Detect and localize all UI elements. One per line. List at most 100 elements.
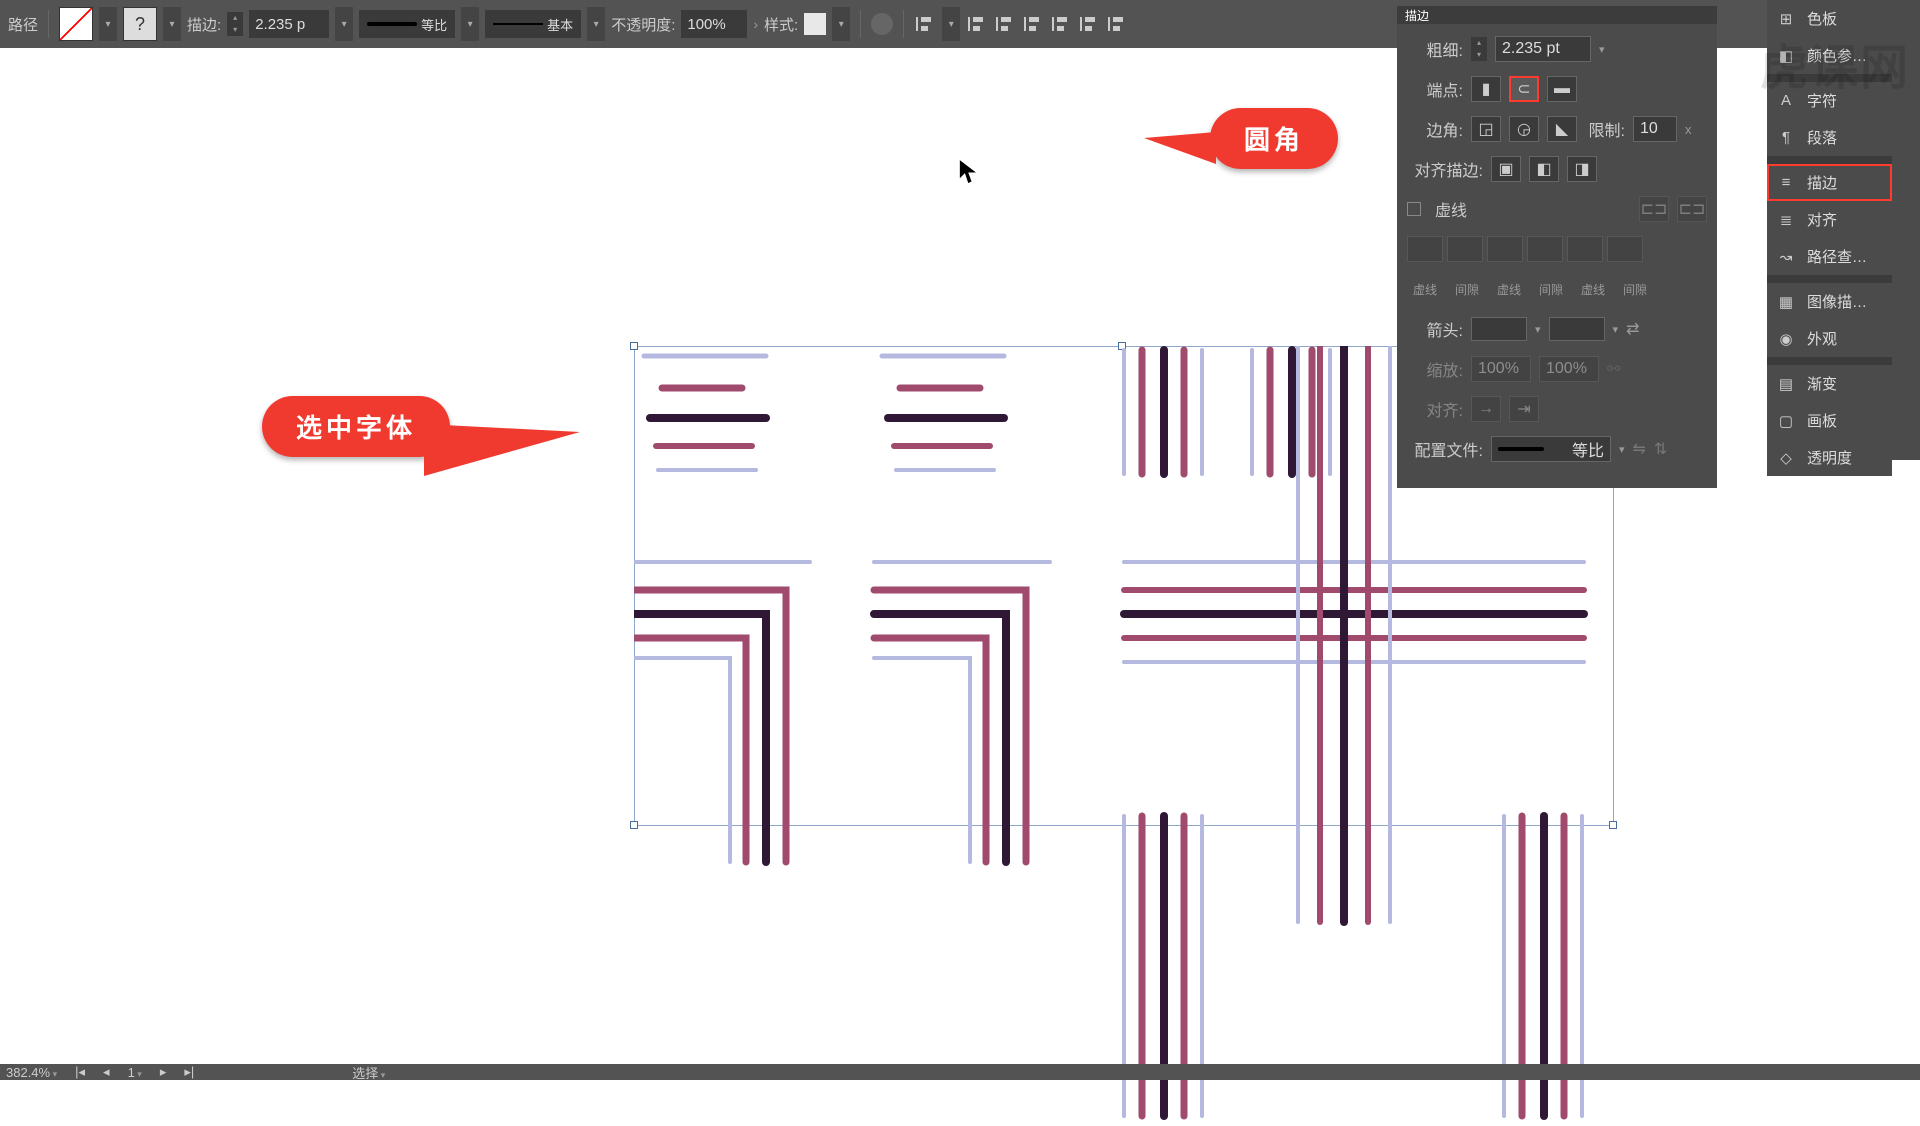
- panel-gradient[interactable]: ▤渐变: [1767, 365, 1892, 402]
- artboard-nav-prev[interactable]: ◂: [103, 1064, 110, 1080]
- style-swatch[interactable]: [804, 13, 826, 35]
- dash-2: [1487, 236, 1523, 262]
- align-right-icon[interactable]: [1022, 13, 1044, 35]
- opacity-input[interactable]: [681, 10, 747, 38]
- separator: [903, 10, 904, 38]
- arrow-scale-b: 100%: [1539, 356, 1599, 382]
- cap-projecting[interactable]: ▬: [1547, 76, 1577, 102]
- callout-round-cap: 圆角: [1210, 108, 1338, 169]
- brush-sample[interactable]: 基本: [485, 10, 581, 38]
- swatches-icon: ⊞: [1775, 8, 1797, 30]
- flip-y-icon[interactable]: ⇅: [1654, 439, 1667, 459]
- flip-x-icon[interactable]: ⇋: [1633, 439, 1646, 459]
- corner-round[interactable]: ◶: [1509, 116, 1539, 142]
- stroke-label: 描边:: [187, 14, 221, 35]
- profile-sample[interactable]: 等比: [359, 10, 455, 38]
- paragraph-icon: ¶: [1775, 127, 1797, 149]
- stroke-swatch-dropdown[interactable]: [163, 7, 181, 41]
- panel-appearance[interactable]: ◉外观: [1767, 320, 1892, 357]
- limit-unit: x: [1685, 122, 1692, 137]
- gap-2: [1527, 236, 1563, 262]
- stroke-swatch[interactable]: ?: [123, 7, 157, 41]
- transparency-icon: ◇: [1775, 447, 1797, 469]
- panel-tabs[interactable]: 描边: [1397, 6, 1717, 24]
- tool-hint[interactable]: 选择: [352, 1063, 385, 1082]
- gap-1: [1447, 236, 1483, 262]
- dashed-checkbox[interactable]: [1407, 202, 1421, 216]
- align-inside[interactable]: ◧: [1529, 156, 1559, 182]
- opacity-label: 不透明度:: [611, 14, 675, 35]
- limit-value[interactable]: 10: [1633, 116, 1677, 142]
- arrow-start[interactable]: [1471, 317, 1527, 341]
- panel-separator: [1767, 275, 1892, 283]
- mouse-cursor: [958, 158, 980, 191]
- panel-stroke[interactable]: ≡描边: [1767, 164, 1892, 201]
- stroke-weight-dropdown[interactable]: [335, 7, 353, 41]
- limit-label: 限制:: [1585, 117, 1625, 141]
- panel-pathfinder[interactable]: ↝路径查…: [1767, 238, 1892, 275]
- dash-1: [1407, 236, 1443, 262]
- separator: [48, 10, 49, 38]
- style-dropdown[interactable]: [832, 7, 850, 41]
- transform-dropdown[interactable]: [942, 7, 960, 41]
- profile-dropdown[interactable]: [461, 7, 479, 41]
- arrow-align-b: ⇥: [1509, 396, 1539, 422]
- gradient-icon: ▤: [1775, 373, 1797, 395]
- zoom-level[interactable]: 382.4%: [6, 1065, 57, 1080]
- opacity-more[interactable]: ›: [753, 16, 758, 32]
- align-stroke-label: 对齐描边:: [1407, 157, 1483, 181]
- align-center[interactable]: ▣: [1491, 156, 1521, 182]
- artboard-nav-last[interactable]: ▸|: [184, 1064, 194, 1080]
- artboard-nav-next[interactable]: ▸: [160, 1064, 167, 1080]
- panel-separator: [1767, 156, 1892, 164]
- stroke-panel: 描边 粗细: ▴▾ 2.235 pt ▾ 端点: ▮ ⊂ ▬ 边角: ◲ ◶ ◣…: [1397, 6, 1717, 488]
- weight-stepper[interactable]: ▴▾: [1471, 37, 1487, 61]
- artboard-nav-first[interactable]: |◂: [75, 1064, 85, 1080]
- align-vcenter-icon[interactable]: [1078, 13, 1100, 35]
- align-outside[interactable]: ◨: [1567, 156, 1597, 182]
- panel-transparency[interactable]: ◇透明度: [1767, 439, 1892, 476]
- corner-label: 边角:: [1407, 117, 1463, 141]
- panel-paragraph[interactable]: ¶段落: [1767, 119, 1892, 156]
- weight-value[interactable]: 2.235 pt: [1495, 36, 1591, 62]
- arrow-align-label: 对齐:: [1407, 397, 1463, 421]
- align-left-icon[interactable]: [966, 13, 988, 35]
- panel-align[interactable]: ≣对齐: [1767, 201, 1892, 238]
- dashcol-4: 虚线: [1575, 281, 1611, 298]
- cap-butt[interactable]: ▮: [1471, 76, 1501, 102]
- panel-imagetrace[interactable]: ▦图像描…: [1767, 283, 1892, 320]
- stroke-weight-input[interactable]: [249, 10, 329, 38]
- separator: [860, 10, 861, 38]
- fill-dropdown[interactable]: [99, 7, 117, 41]
- cap-round[interactable]: ⊂: [1509, 76, 1539, 102]
- dashed-label: 虚线: [1435, 197, 1467, 221]
- fill-swatch[interactable]: [59, 7, 93, 41]
- weight-dropdown-icon[interactable]: ▾: [1599, 43, 1605, 56]
- panel-artboards[interactable]: ▢画板: [1767, 402, 1892, 439]
- brush-dropdown[interactable]: [587, 7, 605, 41]
- artboard-number[interactable]: 1: [128, 1065, 142, 1080]
- transform-icon[interactable]: [914, 13, 936, 35]
- watermark: 虎课网: [1760, 28, 1910, 98]
- dash-3: [1567, 236, 1603, 262]
- scale-label: 缩放:: [1407, 357, 1463, 381]
- tab-stroke[interactable]: 描边: [1405, 7, 1429, 24]
- recolor-icon[interactable]: [871, 13, 893, 35]
- align-hcenter-icon[interactable]: [994, 13, 1016, 35]
- corner-bevel[interactable]: ◣: [1547, 116, 1577, 142]
- arrow-end[interactable]: [1549, 317, 1605, 341]
- link-scale-icon: ⚯: [1607, 359, 1620, 379]
- dash-preserve-a: ⊏⊐: [1639, 196, 1669, 222]
- align-top-icon[interactable]: [1050, 13, 1072, 35]
- corner-miter[interactable]: ◲: [1471, 116, 1501, 142]
- arrow-align-a: →: [1471, 396, 1501, 422]
- profile-select[interactable]: 等比: [1491, 436, 1611, 462]
- arrow-scale-a: 100%: [1471, 356, 1531, 382]
- stroke-weight-stepper[interactable]: ▴▾: [227, 12, 243, 36]
- arrow-swap-icon[interactable]: ⇄: [1626, 319, 1639, 339]
- style-label: 样式:: [764, 14, 798, 35]
- cap-label: 端点:: [1407, 77, 1463, 101]
- appearance-icon: ◉: [1775, 328, 1797, 350]
- profile-label2: 配置文件:: [1407, 437, 1483, 461]
- align-bottom-icon[interactable]: [1106, 13, 1128, 35]
